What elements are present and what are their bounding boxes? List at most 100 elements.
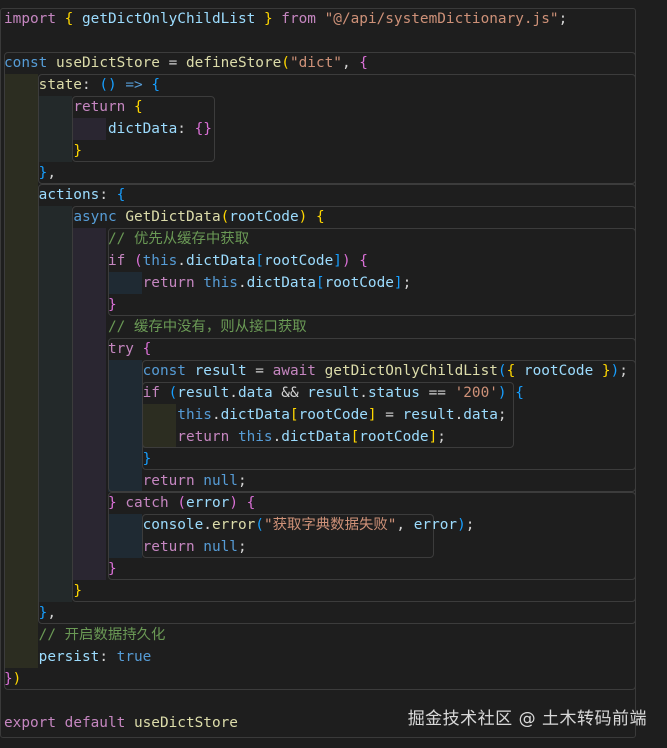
- keyword-null: null: [203, 473, 238, 489]
- code-line-20[interactable]: return this.dictData[rootCode];: [4, 426, 446, 448]
- code-line-14[interactable]: }: [4, 294, 117, 316]
- bracket: }: [73, 143, 82, 159]
- keyword-const: const: [4, 55, 48, 71]
- keyword-return: return: [142, 275, 195, 291]
- bracket: {: [359, 253, 368, 269]
- bracket: {}: [194, 121, 212, 137]
- bracket: (: [133, 253, 143, 269]
- bracket: {: [151, 77, 160, 93]
- bracket: ]: [333, 253, 342, 269]
- punctuation: ,: [47, 165, 56, 181]
- bracket: (: [281, 55, 290, 71]
- code-line-29[interactable]: // 开启数据持久化: [4, 624, 166, 646]
- code-line-8[interactable]: },: [4, 162, 56, 184]
- code-line-11[interactable]: // 优先从缓存中获取: [4, 228, 249, 250]
- code-line-16[interactable]: try {: [4, 338, 151, 360]
- property: dictData: [246, 275, 316, 291]
- bracket: ): [497, 385, 507, 401]
- code-line-27[interactable]: }: [4, 580, 82, 602]
- variable: error: [185, 495, 230, 511]
- arrow-operator: =>: [125, 77, 143, 93]
- bracket: }: [263, 11, 273, 27]
- code-line-30[interactable]: persist: true: [4, 646, 152, 668]
- code-line-12[interactable]: if (this.dictData[rootCode]) {: [4, 250, 368, 272]
- bracket: (: [168, 385, 178, 401]
- code-line-13[interactable]: return this.dictData[rootCode];: [4, 272, 412, 294]
- property: status: [367, 385, 420, 401]
- operator: &&: [281, 385, 299, 401]
- code-line-21[interactable]: }: [4, 448, 152, 470]
- code-line-23[interactable]: } catch (error) {: [4, 492, 255, 514]
- store-identifier: useDictStore: [133, 715, 238, 731]
- bracket: }: [107, 495, 117, 511]
- code-line-5[interactable]: return {: [4, 96, 142, 118]
- operator: =: [168, 55, 178, 71]
- bracket: ): [457, 517, 466, 533]
- punctuation: ,: [47, 605, 56, 621]
- property-key: persist: [38, 649, 100, 665]
- code-line-25[interactable]: return null;: [4, 536, 247, 558]
- bracket: (: [255, 517, 264, 533]
- keyword-if: if: [107, 253, 126, 269]
- punctuation: .: [203, 517, 212, 533]
- code-line-31[interactable]: }): [4, 668, 21, 690]
- punctuation: .: [229, 385, 238, 401]
- keyword-export: export: [4, 715, 56, 731]
- code-line-4[interactable]: state: () => {: [4, 74, 160, 96]
- punctuation: :: [99, 649, 108, 665]
- keyword-const: const: [142, 363, 186, 379]
- keyword-return: return: [142, 539, 195, 555]
- code-line-10[interactable]: async GetDictData(rootCode) {: [4, 206, 324, 228]
- code-line-7[interactable]: }: [4, 140, 82, 162]
- code-line-33[interactable]: export default useDictStore: [4, 712, 238, 734]
- import-path-string: "@/api/systemDictionary.js": [324, 11, 559, 27]
- bracket: }: [4, 671, 13, 687]
- bracket: }: [142, 451, 152, 467]
- punctuation: ;: [237, 473, 247, 489]
- string-literal: '200': [454, 385, 498, 401]
- keyword-return: return: [142, 473, 195, 489]
- bracket: [: [255, 253, 264, 269]
- keyword-this: this: [203, 275, 238, 291]
- bracket: [: [350, 429, 360, 445]
- bracket: ): [298, 209, 308, 225]
- code-line-17[interactable]: const result = await getDictOnlyChildLis…: [4, 360, 628, 382]
- code-line-1[interactable]: import { getDictOnlyChildList } from "@/…: [4, 8, 567, 30]
- code-editor[interactable]: import { getDictOnlyChildList } from "@/…: [0, 0, 667, 748]
- variable: result: [194, 363, 247, 379]
- punctuation: .: [177, 253, 186, 269]
- store-id-string: "dict": [289, 55, 342, 71]
- code-line-18[interactable]: if (result.data && result.status == '200…: [4, 382, 524, 404]
- punctuation: ;: [402, 275, 412, 291]
- property: dictData: [220, 407, 290, 423]
- variable: rootCode: [298, 407, 368, 423]
- method-name: GetDictData: [125, 209, 221, 225]
- code-line-15[interactable]: // 缓存中没有，则从接口获取: [4, 316, 307, 338]
- keyword-return: return: [73, 99, 126, 115]
- variable: rootCode: [523, 363, 594, 379]
- import-identifier: getDictOnlyChildList: [82, 11, 256, 27]
- operator: ==: [428, 385, 446, 401]
- punctuation: ;: [237, 539, 247, 555]
- code-line-6[interactable]: dictData: {}: [4, 118, 212, 140]
- operator: =: [385, 407, 394, 423]
- keyword-if: if: [142, 385, 160, 401]
- code-line-28[interactable]: },: [4, 602, 56, 624]
- bracket: ]: [393, 275, 403, 291]
- punctuation: :: [81, 77, 91, 93]
- code-line-22[interactable]: return null;: [4, 470, 247, 492]
- variable: result: [402, 407, 455, 423]
- bracket: {: [142, 341, 152, 357]
- property-key: dictData: [107, 121, 178, 137]
- code-line-9[interactable]: actions: {: [4, 184, 126, 206]
- operator: =: [255, 363, 264, 379]
- code-line-3[interactable]: const useDictStore = defineStore("dict",…: [4, 52, 368, 74]
- code-line-26[interactable]: }: [4, 558, 117, 580]
- punctuation: .: [237, 275, 247, 291]
- bracket: }: [107, 297, 117, 313]
- property: data: [237, 385, 273, 401]
- code-line-19[interactable]: this.dictData[rootCode] = result.data;: [4, 404, 506, 426]
- keyword-this: this: [237, 429, 273, 445]
- code-line-24[interactable]: console.error("获取字典数据失败", error);: [4, 514, 475, 536]
- comment: // 优先从缓存中获取: [107, 231, 250, 247]
